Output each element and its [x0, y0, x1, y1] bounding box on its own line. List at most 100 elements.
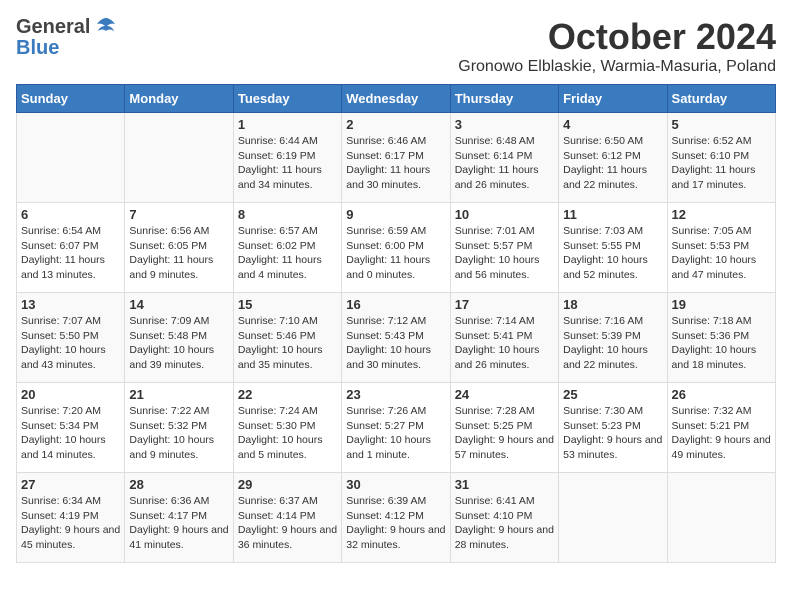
- cell-content: Sunrise: 7:18 AM Sunset: 5:36 PM Dayligh…: [672, 314, 771, 373]
- day-number: 8: [238, 207, 337, 222]
- logo-general-text: General: [16, 17, 90, 37]
- calendar-cell: [125, 113, 233, 203]
- day-number: 9: [346, 207, 445, 222]
- calendar-cell: 2Sunrise: 6:46 AM Sunset: 6:17 PM Daylig…: [342, 113, 450, 203]
- day-number: 25: [563, 387, 662, 402]
- day-number: 18: [563, 297, 662, 312]
- day-number: 21: [129, 387, 228, 402]
- day-number: 20: [21, 387, 120, 402]
- calendar-cell: 14 Sunrise: 7:09 AM Sunset: 5:48 PM Dayli…: [125, 293, 233, 383]
- calendar-cell: 20 Sunrise: 7:20 AM Sunset: 5:34 PM Dayli…: [17, 383, 125, 473]
- calendar-week-row: 13 Sunrise: 7:07 AM Sunset: 5:50 PM Dayli…: [17, 293, 776, 383]
- calendar-header-row: SundayMondayTuesdayWednesdayThursdayFrid…: [17, 85, 776, 113]
- calendar-cell: [667, 473, 775, 563]
- cell-content: Sunrise: 7:07 AM Sunset: 5:50 PM Dayligh…: [21, 314, 120, 373]
- calendar-cell: 12Sunrise: 7:05 AM Sunset: 5:53 PM Dayli…: [667, 203, 775, 293]
- cell-content: Sunrise: 6:44 AM Sunset: 6:19 PM Dayligh…: [238, 134, 337, 193]
- cell-content: Sunrise: 7:10 AM Sunset: 5:46 PM Dayligh…: [238, 314, 337, 373]
- cell-content: Sunrise: 6:34 AM Sunset: 4:19 PM Dayligh…: [21, 494, 120, 553]
- day-number: 15: [238, 297, 337, 312]
- calendar-cell: 18 Sunrise: 7:16 AM Sunset: 5:39 PM Dayli…: [559, 293, 667, 383]
- day-number: 31: [455, 477, 554, 492]
- header-day-monday: Monday: [125, 85, 233, 113]
- header-day-saturday: Saturday: [667, 85, 775, 113]
- cell-content: Sunrise: 7:26 AM Sunset: 5:27 PM Dayligh…: [346, 404, 445, 463]
- day-number: 7: [129, 207, 228, 222]
- calendar-cell: 1 Sunrise: 6:44 AM Sunset: 6:19 PM Daylig…: [233, 113, 341, 203]
- calendar-week-row: 6 Sunrise: 6:54 AM Sunset: 6:07 PM Daylig…: [17, 203, 776, 293]
- calendar-week-row: 20 Sunrise: 7:20 AM Sunset: 5:34 PM Dayli…: [17, 383, 776, 473]
- calendar-cell: 5Sunrise: 6:52 AM Sunset: 6:10 PM Daylig…: [667, 113, 775, 203]
- cell-content: Sunrise: 7:28 AM Sunset: 5:25 PM Dayligh…: [455, 404, 554, 463]
- day-number: 29: [238, 477, 337, 492]
- calendar-cell: 31 Sunrise: 6:41 AM Sunset: 4:10 PM Dayli…: [450, 473, 558, 563]
- cell-content: Sunrise: 7:03 AM Sunset: 5:55 PM Dayligh…: [563, 224, 662, 283]
- logo-blue-text: Blue: [16, 38, 59, 58]
- calendar-cell: 30 Sunrise: 6:39 AM Sunset: 4:12 PM Dayli…: [342, 473, 450, 563]
- day-number: 1: [238, 117, 337, 132]
- calendar-cell: 9Sunrise: 6:59 AM Sunset: 6:00 PM Daylig…: [342, 203, 450, 293]
- cell-content: Sunrise: 7:30 AM Sunset: 5:23 PM Dayligh…: [563, 404, 662, 463]
- calendar-cell: 13 Sunrise: 7:07 AM Sunset: 5:50 PM Dayli…: [17, 293, 125, 383]
- cell-content: Sunrise: 6:37 AM Sunset: 4:14 PM Dayligh…: [238, 494, 337, 553]
- calendar-cell: 11Sunrise: 7:03 AM Sunset: 5:55 PM Dayli…: [559, 203, 667, 293]
- cell-content: Sunrise: 7:05 AM Sunset: 5:53 PM Dayligh…: [672, 224, 771, 283]
- cell-content: Sunrise: 6:50 AM Sunset: 6:12 PM Dayligh…: [563, 134, 662, 193]
- day-number: 17: [455, 297, 554, 312]
- day-number: 30: [346, 477, 445, 492]
- cell-content: Sunrise: 7:14 AM Sunset: 5:41 PM Dayligh…: [455, 314, 554, 373]
- calendar-cell: 16Sunrise: 7:12 AM Sunset: 5:43 PM Dayli…: [342, 293, 450, 383]
- cell-content: Sunrise: 6:41 AM Sunset: 4:10 PM Dayligh…: [455, 494, 554, 553]
- cell-content: Sunrise: 6:57 AM Sunset: 6:02 PM Dayligh…: [238, 224, 337, 283]
- header-day-wednesday: Wednesday: [342, 85, 450, 113]
- header-day-sunday: Sunday: [17, 85, 125, 113]
- day-number: 16: [346, 297, 445, 312]
- header-day-tuesday: Tuesday: [233, 85, 341, 113]
- day-number: 13: [21, 297, 120, 312]
- calendar-cell: 10 Sunrise: 7:01 AM Sunset: 5:57 PM Dayli…: [450, 203, 558, 293]
- calendar-cell: 26 Sunrise: 7:32 AM Sunset: 5:21 PM Dayli…: [667, 383, 775, 473]
- calendar-cell: 28Sunrise: 6:36 AM Sunset: 4:17 PM Dayli…: [125, 473, 233, 563]
- cell-content: Sunrise: 6:46 AM Sunset: 6:17 PM Dayligh…: [346, 134, 445, 193]
- day-number: 24: [455, 387, 554, 402]
- calendar-cell: 15 Sunrise: 7:10 AM Sunset: 5:46 PM Dayli…: [233, 293, 341, 383]
- cell-content: Sunrise: 6:39 AM Sunset: 4:12 PM Dayligh…: [346, 494, 445, 553]
- calendar-cell: 22 Sunrise: 7:24 AM Sunset: 5:30 PM Dayli…: [233, 383, 341, 473]
- cell-content: Sunrise: 7:20 AM Sunset: 5:34 PM Dayligh…: [21, 404, 120, 463]
- day-number: 26: [672, 387, 771, 402]
- cell-content: Sunrise: 6:54 AM Sunset: 6:07 PM Dayligh…: [21, 224, 120, 283]
- cell-content: Sunrise: 7:09 AM Sunset: 5:48 PM Dayligh…: [129, 314, 228, 373]
- calendar-cell: 27Sunrise: 6:34 AM Sunset: 4:19 PM Dayli…: [17, 473, 125, 563]
- day-number: 10: [455, 207, 554, 222]
- calendar-cell: 25 Sunrise: 7:30 AM Sunset: 5:23 PM Dayli…: [559, 383, 667, 473]
- day-number: 6: [21, 207, 120, 222]
- cell-content: Sunrise: 7:24 AM Sunset: 5:30 PM Dayligh…: [238, 404, 337, 463]
- calendar-table: SundayMondayTuesdayWednesdayThursdayFrid…: [16, 84, 776, 563]
- day-number: 5: [672, 117, 771, 132]
- cell-content: Sunrise: 7:16 AM Sunset: 5:39 PM Dayligh…: [563, 314, 662, 373]
- day-number: 28: [129, 477, 228, 492]
- calendar-cell: 19 Sunrise: 7:18 AM Sunset: 5:36 PM Dayli…: [667, 293, 775, 383]
- calendar-cell: 3 Sunrise: 6:48 AM Sunset: 6:14 PM Daylig…: [450, 113, 558, 203]
- cell-content: Sunrise: 6:56 AM Sunset: 6:05 PM Dayligh…: [129, 224, 228, 283]
- header-day-friday: Friday: [559, 85, 667, 113]
- calendar-cell: 4Sunrise: 6:50 AM Sunset: 6:12 PM Daylig…: [559, 113, 667, 203]
- cell-content: Sunrise: 7:01 AM Sunset: 5:57 PM Dayligh…: [455, 224, 554, 283]
- calendar-cell: [17, 113, 125, 203]
- cell-content: Sunrise: 6:48 AM Sunset: 6:14 PM Dayligh…: [455, 134, 554, 193]
- calendar-cell: 24 Sunrise: 7:28 AM Sunset: 5:25 PM Dayli…: [450, 383, 558, 473]
- calendar-week-row: 1 Sunrise: 6:44 AM Sunset: 6:19 PM Daylig…: [17, 113, 776, 203]
- day-number: 23: [346, 387, 445, 402]
- day-number: 22: [238, 387, 337, 402]
- calendar-cell: 6 Sunrise: 6:54 AM Sunset: 6:07 PM Daylig…: [17, 203, 125, 293]
- page-header: General Blue October 2024 Gronowo Elblas…: [16, 16, 776, 76]
- logo-bird-icon: [95, 16, 117, 38]
- cell-content: Sunrise: 7:32 AM Sunset: 5:21 PM Dayligh…: [672, 404, 771, 463]
- calendar-cell: 23 Sunrise: 7:26 AM Sunset: 5:27 PM Dayli…: [342, 383, 450, 473]
- logo: General Blue: [16, 16, 117, 58]
- day-number: 19: [672, 297, 771, 312]
- day-number: 14: [129, 297, 228, 312]
- calendar-cell: 7 Sunrise: 6:56 AM Sunset: 6:05 PM Daylig…: [125, 203, 233, 293]
- day-number: 3: [455, 117, 554, 132]
- header-day-thursday: Thursday: [450, 85, 558, 113]
